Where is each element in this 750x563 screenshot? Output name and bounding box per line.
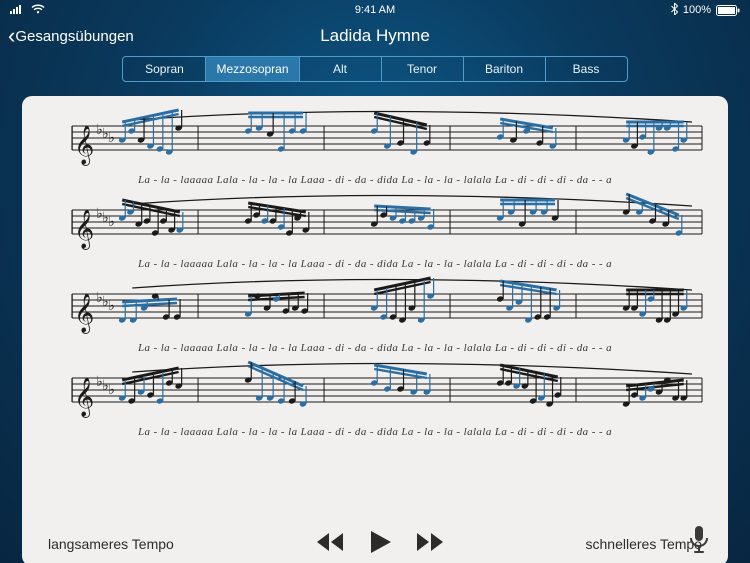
voice-tab-mezzosopran[interactable]: Mezzosopran — [205, 57, 298, 81]
voice-tab-sopran[interactable]: Sopran — [123, 57, 205, 81]
svg-text:𝄞: 𝄞 — [74, 126, 94, 166]
lyric-line: La - la - laaaaa Lala - la - la - la Laa… — [44, 342, 706, 354]
transport-buttons — [317, 531, 443, 556]
bluetooth-icon — [671, 3, 678, 18]
lyric-line: La - la - laaaaa Lala - la - la - la Laa… — [44, 174, 706, 186]
status-bar: 9:41 AM 100% — [0, 0, 750, 20]
voice-tab-tenor[interactable]: Tenor — [381, 57, 463, 81]
signal-icon — [10, 4, 26, 17]
voice-tab-bariton[interactable]: Bariton — [463, 57, 545, 81]
wifi-icon — [31, 4, 45, 17]
stave-line: 𝄞♭♭♭La - la - laaaaa Lala - la - la - la… — [44, 108, 706, 186]
battery-icon — [716, 5, 740, 16]
stave-line: 𝄞♭♭♭La - la - laaaaa Lala - la - la - la… — [44, 276, 706, 354]
lyric-line: La - la - laaaaa Lala - la - la - la Laa… — [44, 258, 706, 270]
back-button[interactable]: ‹ Gesangsübungen — [8, 25, 134, 47]
microphone-button[interactable] — [688, 525, 710, 558]
svg-text:𝄞: 𝄞 — [74, 378, 94, 418]
score-area: 𝄞 ♭ ♭ ♭ La - la - laaaaa Lala - la - la - la… — [44, 108, 706, 527]
voice-tabs-row: SopranMezzosopranAltTenorBaritonBass — [0, 52, 750, 90]
stave-line: 𝄞♭♭♭La - la - laaaaa Lala - la - la - la… — [44, 192, 706, 270]
forward-button[interactable] — [415, 533, 443, 554]
svg-text:𝄞: 𝄞 — [74, 210, 94, 250]
tempo-faster-label[interactable]: schnelleres Tempo — [586, 536, 702, 552]
sheet-panel: 𝄞 ♭ ♭ ♭ La - la - laaaaa Lala - la - la - la… — [22, 96, 728, 563]
lyric-line: La - la - laaaaa Lala - la - la - la Laa… — [44, 426, 706, 438]
rewind-button[interactable] — [317, 533, 345, 554]
voice-tabs: SopranMezzosopranAltTenorBaritonBass — [122, 56, 627, 82]
voice-tab-bass[interactable]: Bass — [545, 57, 627, 81]
stave-line: 𝄞♭♭♭La - la - laaaaa Lala - la - la - la… — [44, 360, 706, 438]
svg-text:♭: ♭ — [108, 213, 115, 229]
play-button[interactable] — [369, 531, 391, 556]
svg-text:♭: ♭ — [108, 381, 115, 397]
voice-tab-alt[interactable]: Alt — [299, 57, 381, 81]
nav-bar: ‹ Gesangsübungen Ladida Hymne — [0, 20, 750, 52]
playback-controls: langsameres Tempo schnelleres Tempo — [44, 527, 706, 556]
chevron-left-icon: ‹ — [8, 25, 15, 47]
status-right: 100% — [640, 3, 740, 18]
svg-text:𝄞: 𝄞 — [74, 294, 94, 334]
status-time: 9:41 AM — [355, 4, 395, 16]
tempo-slower-label[interactable]: langsameres Tempo — [48, 536, 174, 552]
battery-percent: 100% — [683, 4, 711, 16]
svg-text:♭: ♭ — [108, 297, 115, 313]
status-left — [10, 4, 110, 17]
back-label: Gesangsübungen — [15, 28, 133, 45]
svg-text:♭: ♭ — [108, 129, 115, 145]
